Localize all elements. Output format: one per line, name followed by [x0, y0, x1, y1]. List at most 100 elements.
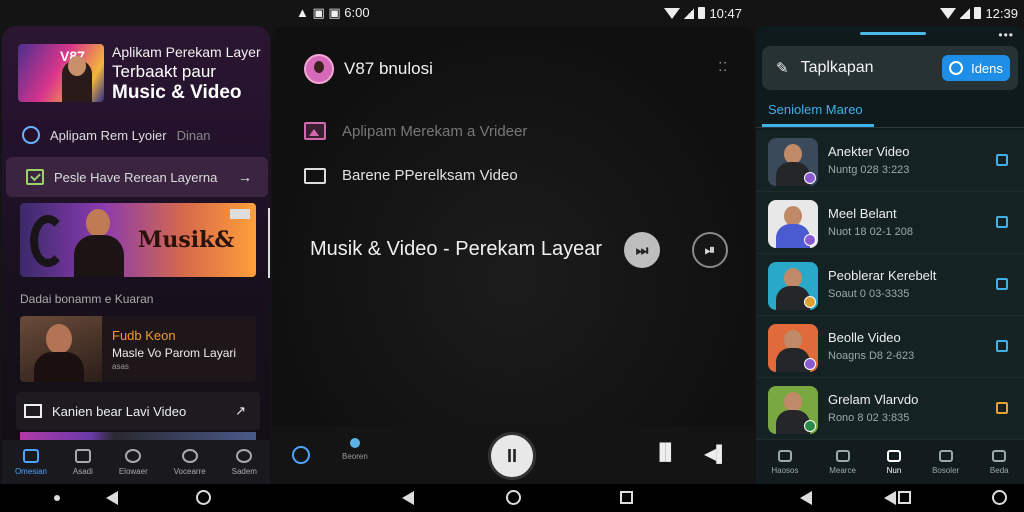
menu-row-highlight[interactable]: Pesle Have Rerean Layerna →	[6, 157, 268, 197]
play-next-button[interactable]: ⏯	[692, 232, 728, 268]
status-time: 10:47	[709, 5, 742, 21]
volume-icon[interactable]: ◀▌	[704, 444, 728, 464]
status-bar-right: 12:39	[926, 0, 1024, 26]
right-list-panel: ••• ✎ Taplkapan Idens Seniolem Mareo Ane…	[756, 26, 1024, 484]
wifi-icon	[664, 7, 681, 19]
select-checkbox[interactable]	[996, 216, 1008, 228]
arrow-up-right-icon: ↗	[235, 403, 246, 418]
scrollbar[interactable]	[268, 208, 270, 278]
skip-button[interactable]: ⏭	[624, 232, 660, 268]
featured-banner[interactable]: Musik&	[20, 203, 256, 277]
back-icon[interactable]	[402, 491, 414, 505]
wings-icon	[777, 449, 792, 462]
home-icon[interactable]	[992, 490, 1007, 505]
card-tiny: asas	[112, 362, 129, 371]
list-thumbnail	[768, 262, 818, 310]
pause-button[interactable]: II	[488, 432, 536, 480]
item-title: Grelam Vlarvdo	[828, 392, 919, 407]
back-icon[interactable]	[106, 491, 118, 505]
nav-beda[interactable]: Beda	[990, 449, 1009, 475]
recents-icon[interactable]	[620, 491, 633, 504]
more-icon[interactable]: ⁚⁚	[718, 60, 728, 74]
list-item[interactable]: Grelam Vlarvdo Rono 8 02 3:835	[756, 378, 1024, 440]
hero-thumbnail[interactable]: V87	[18, 44, 104, 102]
hero-title-line1: Terbaakt paur	[112, 62, 216, 81]
tab-active[interactable]: Seniolem Mareo	[768, 102, 863, 117]
card-title: Fudb Keon	[112, 328, 176, 343]
battery-icon	[974, 7, 982, 19]
select-checkbox[interactable]	[996, 402, 1008, 414]
player-title: V87 bnulosi	[344, 59, 433, 78]
avatar[interactable]	[304, 54, 334, 84]
banner-c-logo	[30, 215, 66, 267]
wifi-icon	[940, 7, 957, 19]
row3-label: Kanien bear Lavi Video	[52, 403, 187, 419]
check-icon	[26, 169, 44, 185]
index-button-label: Idens	[971, 60, 1003, 76]
battery-icon	[698, 7, 706, 19]
nav-record[interactable]: Vocearre	[174, 448, 206, 476]
select-checkbox[interactable]	[996, 154, 1008, 166]
row1-sub: Dinan	[176, 127, 211, 143]
list-item[interactable]: Peoblerar Kerebelt Soaut 0 03-3335	[756, 254, 1024, 316]
nav-label: Omesian	[14, 466, 47, 476]
status-time: 12:39	[985, 5, 1018, 21]
item-title: Beolle Video	[828, 330, 901, 345]
recents-dot-icon[interactable]	[54, 495, 60, 501]
mrow1-label: Aplipam Merekam a Vrideer	[342, 122, 528, 140]
nav-search[interactable]: Sadem	[232, 448, 257, 476]
record-icon	[181, 448, 198, 463]
back-icon[interactable]	[800, 491, 812, 505]
select-checkbox[interactable]	[996, 340, 1008, 352]
recorder-icon	[22, 126, 40, 144]
home-icon[interactable]	[506, 490, 521, 505]
list-item[interactable]: Beolle Video Noagns D8 2-623	[756, 316, 1024, 378]
timer-icon[interactable]	[292, 446, 310, 464]
image-icon	[304, 122, 326, 140]
list-item[interactable]: Meel Belant Nuot 18 02-1 208	[756, 192, 1024, 254]
nav-asadi[interactable]: Asadi	[73, 448, 93, 476]
row2-label: Pesle Have Rerean Layerna	[54, 169, 218, 185]
nav-explore[interactable]: Elowaer	[118, 448, 148, 476]
more-icon[interactable]: •••	[998, 28, 1014, 42]
menu-row-video[interactable]: Kanien bear Lavi Video ↗	[16, 392, 260, 430]
status-left-text: ▲ ▣ ▣ 6:00	[296, 5, 370, 20]
video-icon	[24, 404, 42, 418]
hero-subtitle: Aplikam Perekam Layer	[112, 44, 261, 60]
header-title: Taplkapan	[800, 59, 874, 76]
nav-home[interactable]: Nun	[887, 449, 901, 475]
index-button[interactable]: Idens	[942, 55, 1010, 81]
list-thumbnail	[768, 138, 818, 186]
thumbnail-strip	[20, 432, 256, 440]
home-icon	[22, 448, 39, 463]
hero-title-line2: Music & Video	[112, 82, 242, 103]
menu-row-recorder-disabled[interactable]: Aplipam Merekam a Vrideer	[304, 122, 527, 140]
left-bottom-nav: Omesian Asadi Elowaer Vocearre Sadem	[2, 440, 270, 484]
nav-label: Elowaer	[118, 466, 148, 476]
nav-label: Bosoler	[932, 465, 960, 475]
nav-mearce[interactable]: Mearce	[829, 449, 856, 475]
section-label: Dadai bonamm e Kuaran	[20, 292, 154, 306]
nav-bosoler[interactable]: Bosoler	[932, 449, 960, 475]
home-icon[interactable]	[196, 490, 211, 505]
nav-label: Haosos	[771, 465, 799, 475]
recents-icon[interactable]	[898, 491, 911, 504]
banner-text: Musik&	[138, 227, 235, 253]
edit-icon[interactable]: ✎	[776, 59, 789, 77]
track-title: Musik & Video - Perekam Layear	[310, 238, 602, 260]
select-checkbox[interactable]	[996, 278, 1008, 290]
nav-beoren[interactable]: Beoren	[342, 438, 368, 461]
video-card[interactable]: Fudb Keon Masle Vo Parom Layari asas	[20, 316, 256, 382]
nav-home[interactable]: Omesian	[14, 448, 47, 476]
menu-row-recorder[interactable]: Aplipam Rem Lyoier Dinan	[2, 116, 270, 154]
hero-head	[68, 56, 86, 76]
camera-icon	[938, 449, 953, 462]
equalizer-icon[interactable]: ▐▌	[654, 444, 677, 462]
nav-haosos[interactable]: Haosos	[771, 449, 799, 475]
list-item[interactable]: Anekter Video Nuntg 028 3:223	[756, 130, 1024, 192]
search-icon	[125, 448, 142, 463]
back-icon[interactable]	[884, 491, 896, 505]
menu-row-video[interactable]: Barene PPerelksam Video	[304, 167, 518, 184]
left-app-panel: V87 Aplikam Perekam Layer Terbaakt paur …	[2, 26, 270, 484]
card-subtitle: Masle Vo Parom Layari	[112, 346, 237, 360]
